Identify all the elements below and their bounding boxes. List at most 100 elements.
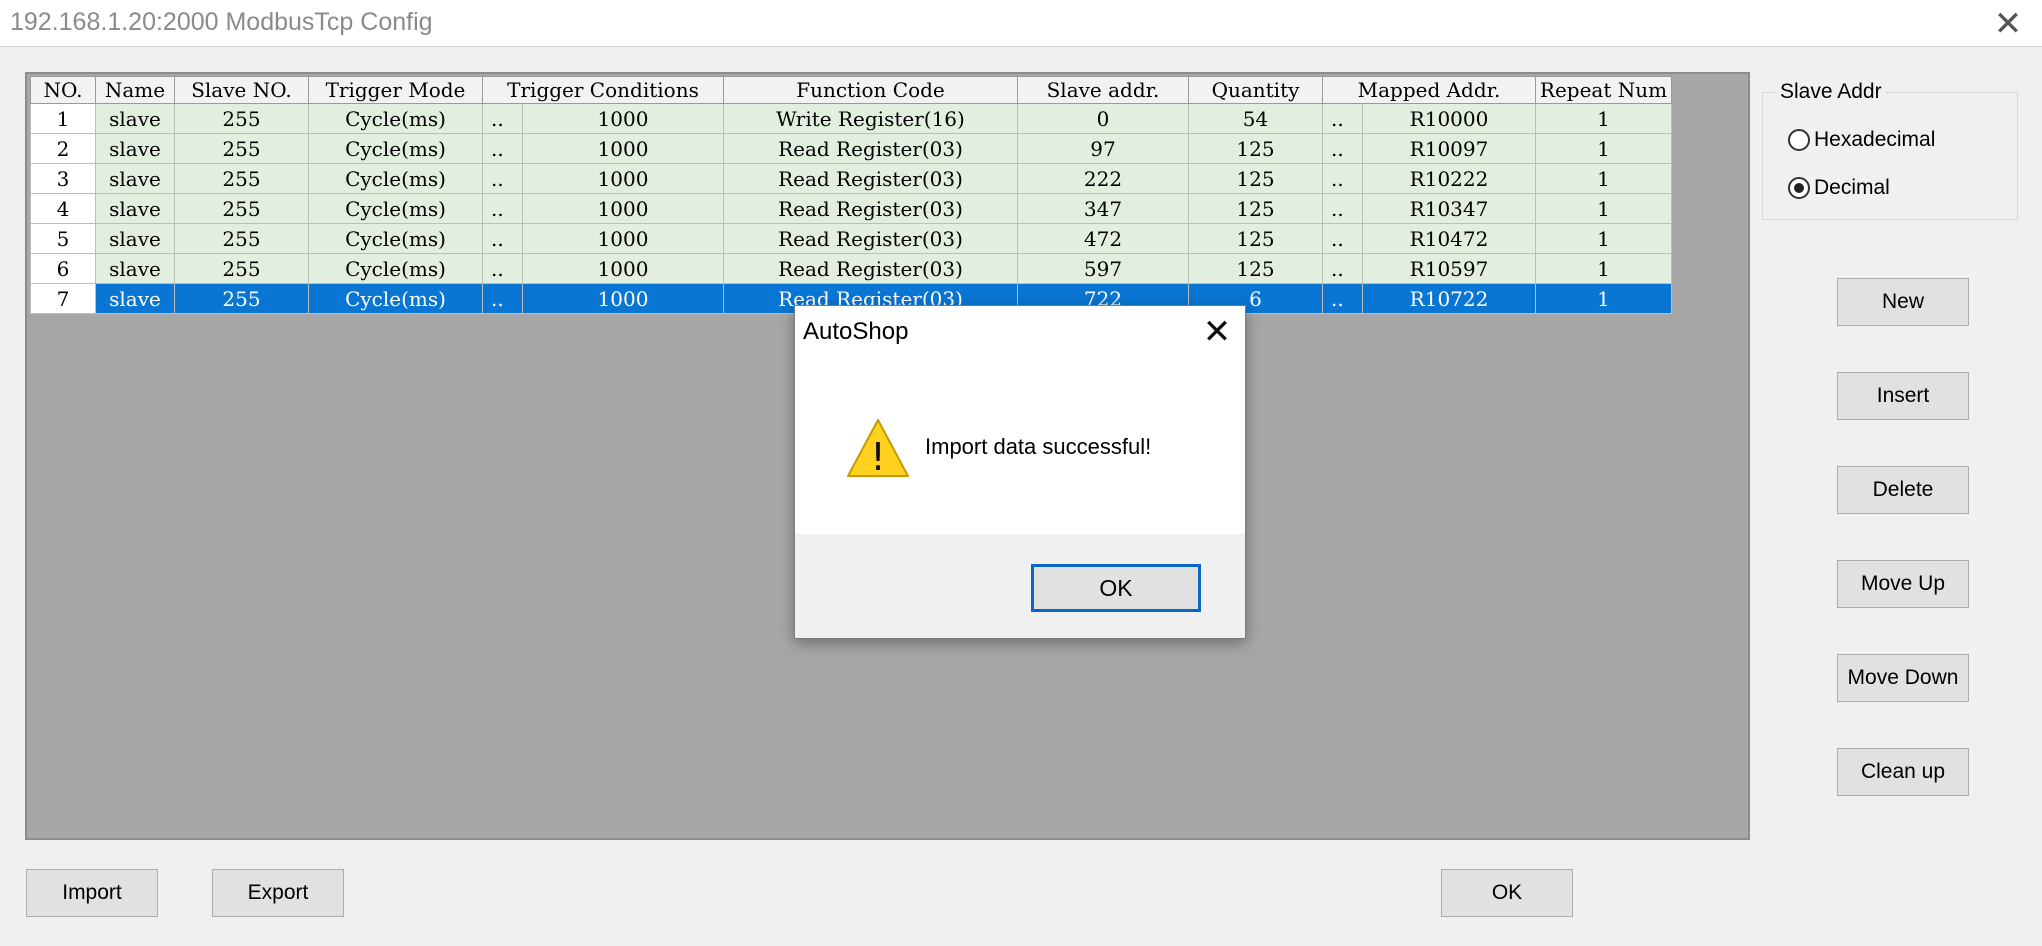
col-header-name[interactable]: Name [95,76,175,104]
export-button[interactable]: Export [212,869,344,917]
close-icon[interactable]: ✕ [1990,6,2026,42]
cell-quantity[interactable]: 125 [1188,133,1323,164]
cell-trigger-mode[interactable]: Cycle(ms) [308,223,483,254]
cell-trigger-conditions[interactable]: 1000 [522,223,724,254]
cell-no[interactable]: 6 [30,253,96,284]
table-row[interactable]: 5 slave 255 Cycle(ms).. 1000 Read Register(03… [30,223,1672,254]
cell-name[interactable]: slave [95,253,175,284]
cell-mapped-addr[interactable]: R10347 [1362,193,1536,224]
cell-mapped-addr[interactable]: R10000 [1362,103,1536,134]
radio-hexadecimal[interactable]: Hexadecimal [1788,128,1935,152]
cell-mapped-dots[interactable]: .. [1322,193,1363,224]
insert-button[interactable]: Insert [1837,372,1969,420]
col-header-trigger-mode[interactable]: Trigger Mode [308,76,483,104]
radio-decimal[interactable]: Decimal [1788,176,1890,200]
dialog-close-icon[interactable]: ✕ [1197,312,1237,352]
cell-quantity[interactable]: 125 [1188,163,1323,194]
table-row[interactable]: 2 slave 255 Cycle(ms).. 1000 Read Register(03… [30,133,1672,164]
cell-trigger-dots[interactable]: .. [482,283,523,314]
cell-no[interactable]: 3 [30,163,96,194]
cell-trigger-dots[interactable]: .. [482,193,523,224]
table-row[interactable]: 6 slave 255 Cycle(ms).. 1000 Read Register(03… [30,253,1672,284]
modbus-table[interactable]: NO. Name Slave NO. Trigger Mode Trigger … [30,76,1672,314]
cell-slave-addr[interactable]: 97 [1017,133,1189,164]
cell-trigger-dots[interactable]: .. [482,133,523,164]
cell-slave-no[interactable]: 255 [174,133,309,164]
cell-trigger-conditions[interactable]: 1000 [522,103,724,134]
cell-no[interactable]: 1 [30,103,96,134]
col-header-slave-addr[interactable]: Slave addr. [1017,76,1189,104]
clean-up-button[interactable]: Clean up [1837,748,1969,796]
cell-mapped-addr[interactable]: R10722 [1362,283,1536,314]
cell-mapped-dots[interactable]: .. [1322,133,1363,164]
cell-name[interactable]: slave [95,283,175,314]
table-row[interactable]: 3 slave 255 Cycle(ms).. 1000 Read Register(03… [30,163,1672,194]
cell-function-code[interactable]: Read Register(03) [723,163,1018,194]
cell-mapped-dots[interactable]: .. [1322,103,1363,134]
col-header-function-code[interactable]: Function Code [723,76,1018,104]
cell-slave-no[interactable]: 255 [174,163,309,194]
cell-trigger-mode[interactable]: Cycle(ms) [308,193,483,224]
col-header-repeat-num[interactable]: Repeat Num [1535,76,1672,104]
cell-trigger-conditions[interactable]: 1000 [522,163,724,194]
import-button[interactable]: Import [26,869,158,917]
cell-repeat-num[interactable]: 1 [1535,283,1672,314]
cell-trigger-dots[interactable]: .. [482,253,523,284]
cell-no[interactable]: 2 [30,133,96,164]
cell-function-code[interactable]: Write Register(16) [723,103,1018,134]
cell-trigger-conditions[interactable]: 1000 [522,133,724,164]
radio-unchecked-icon[interactable] [1788,129,1810,151]
cell-no[interactable]: 4 [30,193,96,224]
cell-slave-addr[interactable]: 597 [1017,253,1189,284]
cell-trigger-mode[interactable]: Cycle(ms) [308,163,483,194]
move-up-button[interactable]: Move Up [1837,560,1969,608]
cell-quantity[interactable]: 54 [1188,103,1323,134]
cell-name[interactable]: slave [95,103,175,134]
cell-name[interactable]: slave [95,133,175,164]
cell-quantity[interactable]: 125 [1188,253,1323,284]
cell-mapped-dots[interactable]: .. [1322,223,1363,254]
dialog-ok-button[interactable]: OK [1031,564,1201,612]
move-down-button[interactable]: Move Down [1837,654,1969,702]
cell-function-code[interactable]: Read Register(03) [723,133,1018,164]
col-header-trigger-conditions[interactable]: Trigger Conditions [482,76,724,104]
radio-checked-icon[interactable] [1788,177,1810,199]
cell-slave-no[interactable]: 255 [174,253,309,284]
cell-quantity[interactable]: 125 [1188,193,1323,224]
cell-mapped-addr[interactable]: R10597 [1362,253,1536,284]
col-header-quantity[interactable]: Quantity [1188,76,1323,104]
cell-mapped-dots[interactable]: .. [1322,253,1363,284]
cell-name[interactable]: slave [95,223,175,254]
cell-mapped-dots[interactable]: .. [1322,163,1363,194]
cell-repeat-num[interactable]: 1 [1535,253,1672,284]
cell-trigger-mode[interactable]: Cycle(ms) [308,133,483,164]
new-button[interactable]: New [1837,278,1969,326]
cell-slave-addr[interactable]: 222 [1017,163,1189,194]
col-header-no[interactable]: NO. [30,76,96,104]
cell-slave-addr[interactable]: 347 [1017,193,1189,224]
cell-repeat-num[interactable]: 1 [1535,223,1672,254]
cell-mapped-dots[interactable]: .. [1322,283,1363,314]
ok-button[interactable]: OK [1441,869,1573,917]
cell-function-code[interactable]: Read Register(03) [723,253,1018,284]
cell-slave-addr[interactable]: 0 [1017,103,1189,134]
cell-trigger-dots[interactable]: .. [482,163,523,194]
cell-name[interactable]: slave [95,163,175,194]
cell-repeat-num[interactable]: 1 [1535,163,1672,194]
cell-trigger-conditions[interactable]: 1000 [522,253,724,284]
cell-trigger-dots[interactable]: .. [482,223,523,254]
col-header-mapped-addr[interactable]: Mapped Addr. [1322,76,1536,104]
cell-trigger-conditions[interactable]: 1000 [522,193,724,224]
cell-no[interactable]: 5 [30,223,96,254]
cell-trigger-mode[interactable]: Cycle(ms) [308,253,483,284]
cell-slave-addr[interactable]: 472 [1017,223,1189,254]
cell-function-code[interactable]: Read Register(03) [723,223,1018,254]
cell-repeat-num[interactable]: 1 [1535,193,1672,224]
cell-slave-no[interactable]: 255 [174,193,309,224]
cell-trigger-conditions[interactable]: 1000 [522,283,724,314]
table-row[interactable]: 1 slave 255 Cycle(ms).. 1000 Write Register(1… [30,103,1672,134]
cell-quantity[interactable]: 125 [1188,223,1323,254]
cell-trigger-mode[interactable]: Cycle(ms) [308,283,483,314]
cell-mapped-addr[interactable]: R10472 [1362,223,1536,254]
cell-repeat-num[interactable]: 1 [1535,133,1672,164]
